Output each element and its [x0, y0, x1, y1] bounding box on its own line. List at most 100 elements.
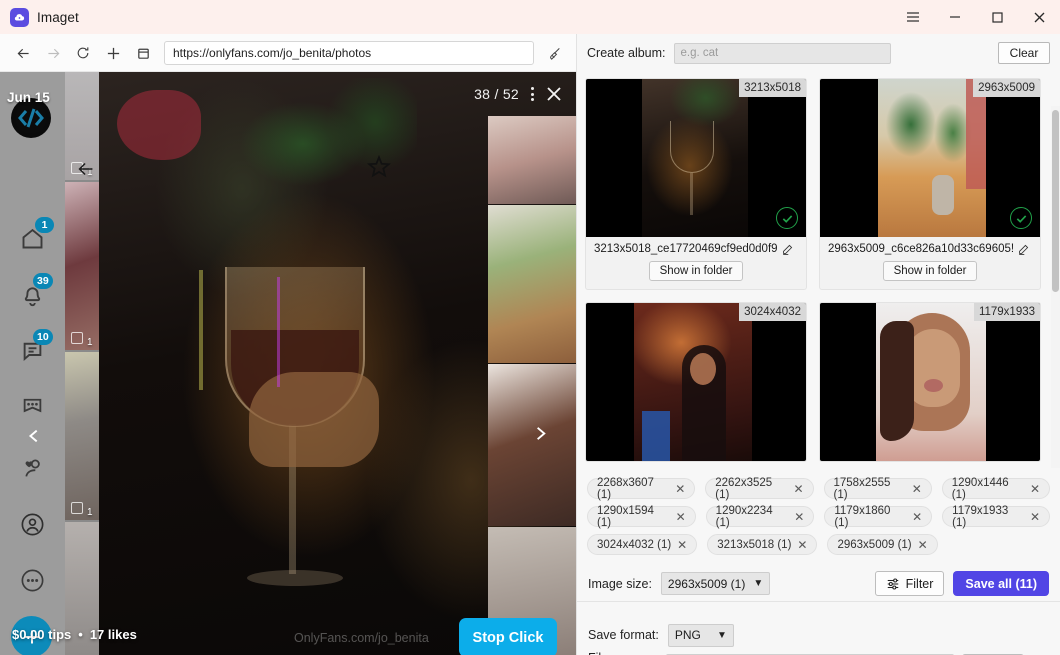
- hero-decorative-shape: [249, 372, 379, 467]
- resolution-chip[interactable]: 1290x1594 (1) ✕: [587, 504, 696, 529]
- image-thumbnail[interactable]: 3213x5018: [586, 79, 806, 237]
- resolution-chip[interactable]: 1179x1933 (1) ✕: [942, 505, 1050, 529]
- imaget-side-panel: Create album: e.g. cat Clear 3213x5018 3…: [576, 34, 1060, 655]
- image-card[interactable]: 2963x5009 2963x5009_c6ce826a10d33c69605!: [819, 78, 1041, 290]
- chip-row: 3024x4032 (1) ✕ 3213x5018 (1) ✕ 2963x500…: [587, 534, 1050, 555]
- pencil-edit-icon[interactable]: [1018, 244, 1029, 255]
- close-x-icon[interactable]: ✕: [1030, 511, 1040, 523]
- close-x-icon[interactable]: ✕: [918, 539, 928, 551]
- address-bar[interactable]: https://onlyfans.com/jo_benita/photos: [164, 41, 534, 65]
- sidebar-item-notifications[interactable]: 39: [13, 273, 53, 313]
- back-arrow-icon[interactable]: [75, 158, 97, 185]
- sidebar-item-home[interactable]: 1: [13, 217, 54, 257]
- close-x-icon[interactable]: ✕: [797, 539, 807, 551]
- resolution-chip[interactable]: 2268x3607 (1) ✕: [587, 476, 696, 501]
- sliders-filter-icon: [886, 577, 900, 591]
- close-x-icon[interactable]: ✕: [793, 483, 803, 495]
- window-titlebar: Imaget: [0, 0, 1060, 34]
- card-row: 3024x4032 1179x1933: [585, 302, 1052, 462]
- image-card[interactable]: 3213x5018 3213x5018_ce17720469cf9ed0d0f9: [585, 78, 807, 290]
- show-in-folder-button[interactable]: Show in folder: [882, 261, 978, 281]
- plus-icon[interactable]: [98, 38, 128, 68]
- show-in-folder-button[interactable]: Show in folder: [648, 261, 744, 281]
- image-card[interactable]: 1179x1933: [819, 302, 1041, 462]
- hero-decorative-shape: [199, 270, 203, 390]
- close-x-icon[interactable]: ✕: [1030, 483, 1040, 495]
- resolution-chip[interactable]: 1179x1860 (1) ✕: [824, 505, 933, 529]
- sidebar-item-messages[interactable]: 10: [13, 329, 53, 369]
- photo-count-icon: [71, 332, 83, 344]
- resolution-chip[interactable]: 2963x5009 (1) ✕: [827, 534, 938, 555]
- window-controls: [892, 0, 1060, 34]
- close-x-icon[interactable]: ✕: [677, 539, 687, 551]
- address-bar-value: https://onlyfans.com/jo_benita/photos: [173, 46, 372, 60]
- chevron-down-icon: ▼: [753, 578, 764, 589]
- back-arrow-icon[interactable]: [8, 38, 38, 68]
- stop-click-button[interactable]: Stop Click: [459, 618, 557, 655]
- chip-label: 1290x1594 (1): [597, 504, 654, 529]
- pencil-edit-icon[interactable]: [782, 244, 793, 255]
- web-content-area: 1 1 1 Jun 15 1 39 10 OnlyFans.com/jo_ben…: [0, 72, 576, 655]
- chip-label: 1290x2234 (1): [715, 504, 773, 529]
- sidebar-item-more[interactable]: [13, 561, 51, 599]
- resolution-chip[interactable]: 1290x1446 (1) ✕: [941, 477, 1050, 501]
- save-all-button[interactable]: Save all (11): [953, 571, 1049, 596]
- resolution-chip[interactable]: 1758x2555 (1) ✕: [823, 477, 932, 501]
- clear-button[interactable]: Clear: [998, 42, 1050, 64]
- photo-count-icon: [71, 502, 83, 514]
- minimize-icon[interactable]: [934, 0, 976, 34]
- image-size-select[interactable]: 2963x5009 (1) ▼: [660, 572, 771, 595]
- window-tabs-icon[interactable]: [128, 38, 158, 68]
- resolution-chip[interactable]: 2262x3525 (1) ✕: [705, 476, 814, 501]
- image-thumbnail[interactable]: 2963x5009: [820, 79, 1040, 237]
- reload-icon[interactable]: [68, 38, 98, 68]
- image-size-label: Image size:: [588, 576, 652, 591]
- likes-count: 17 likes: [89, 626, 137, 642]
- sidebar-item-profile[interactable]: [13, 505, 51, 543]
- check-circle-icon[interactable]: [776, 207, 798, 229]
- more-vertical-icon[interactable]: [531, 87, 534, 101]
- image-card[interactable]: 3024x4032: [585, 302, 807, 462]
- sidebar-item-collections[interactable]: [13, 387, 51, 425]
- chevron-down-icon: ▼: [716, 629, 727, 641]
- close-x-icon[interactable]: ✕: [675, 483, 685, 495]
- badge-notifications: 39: [33, 273, 53, 289]
- close-lightbox-button[interactable]: [544, 84, 564, 104]
- card-footer: Show in folder: [586, 257, 806, 289]
- chip-label: 2268x3607 (1): [597, 476, 654, 501]
- close-icon[interactable]: [1018, 0, 1060, 34]
- thumbnail-item[interactable]: [488, 205, 576, 363]
- post-date-label: Jun 15: [7, 90, 50, 105]
- maximize-icon[interactable]: [976, 0, 1018, 34]
- create-album-input[interactable]: e.g. cat: [673, 42, 891, 64]
- image-thumbnail[interactable]: 3024x4032: [586, 303, 806, 461]
- resolution-chip[interactable]: 1290x2234 (1) ✕: [705, 504, 815, 529]
- save-format-select[interactable]: PNG ▼: [667, 623, 734, 647]
- filter-button[interactable]: Filter: [874, 571, 945, 596]
- chip-label: 3213x5018 (1): [717, 538, 792, 551]
- close-x-icon[interactable]: ✕: [912, 511, 922, 523]
- next-photo-button[interactable]: [531, 424, 550, 448]
- resolution-chip[interactable]: 3213x5018 (1) ✕: [707, 534, 818, 555]
- image-thumbnail[interactable]: 1179x1933: [820, 303, 1040, 461]
- broom-clean-icon[interactable]: [540, 38, 570, 68]
- sidebar-item-subscriptions[interactable]: [13, 449, 51, 487]
- image-filename-row[interactable]: 2963x5009_c6ce826a10d33c69605!: [820, 237, 1040, 257]
- chip-label: 2262x3525 (1): [715, 476, 773, 501]
- chevron-left-icon[interactable]: [20, 422, 48, 450]
- panel-scrollbar-thumb[interactable]: [1052, 110, 1059, 292]
- save-format-label: Save format:: [588, 628, 659, 642]
- close-x-icon[interactable]: ✕: [912, 483, 922, 495]
- image-size-row: Image size: 2963x5009 (1) ▼ Filter Save …: [577, 566, 1060, 602]
- close-x-icon[interactable]: ✕: [676, 511, 686, 523]
- resolution-badge: 2963x5009: [973, 79, 1040, 97]
- close-x-icon[interactable]: ✕: [794, 511, 804, 523]
- hamburger-menu-icon[interactable]: [892, 0, 934, 34]
- resolution-chip[interactable]: 3024x4032 (1) ✕: [587, 534, 698, 555]
- check-circle-icon[interactable]: [1010, 207, 1032, 229]
- chip-row: 2268x3607 (1) ✕ 2262x3525 (1) ✕ 1758x255…: [587, 476, 1050, 501]
- image-filename-row[interactable]: 3213x5018_ce17720469cf9ed0d0f9: [586, 237, 806, 257]
- thumbnail-item[interactable]: [488, 116, 576, 204]
- chip-label: 3024x4032 (1): [597, 538, 672, 551]
- post-stats: $0.00 tips • 17 likes: [0, 613, 210, 655]
